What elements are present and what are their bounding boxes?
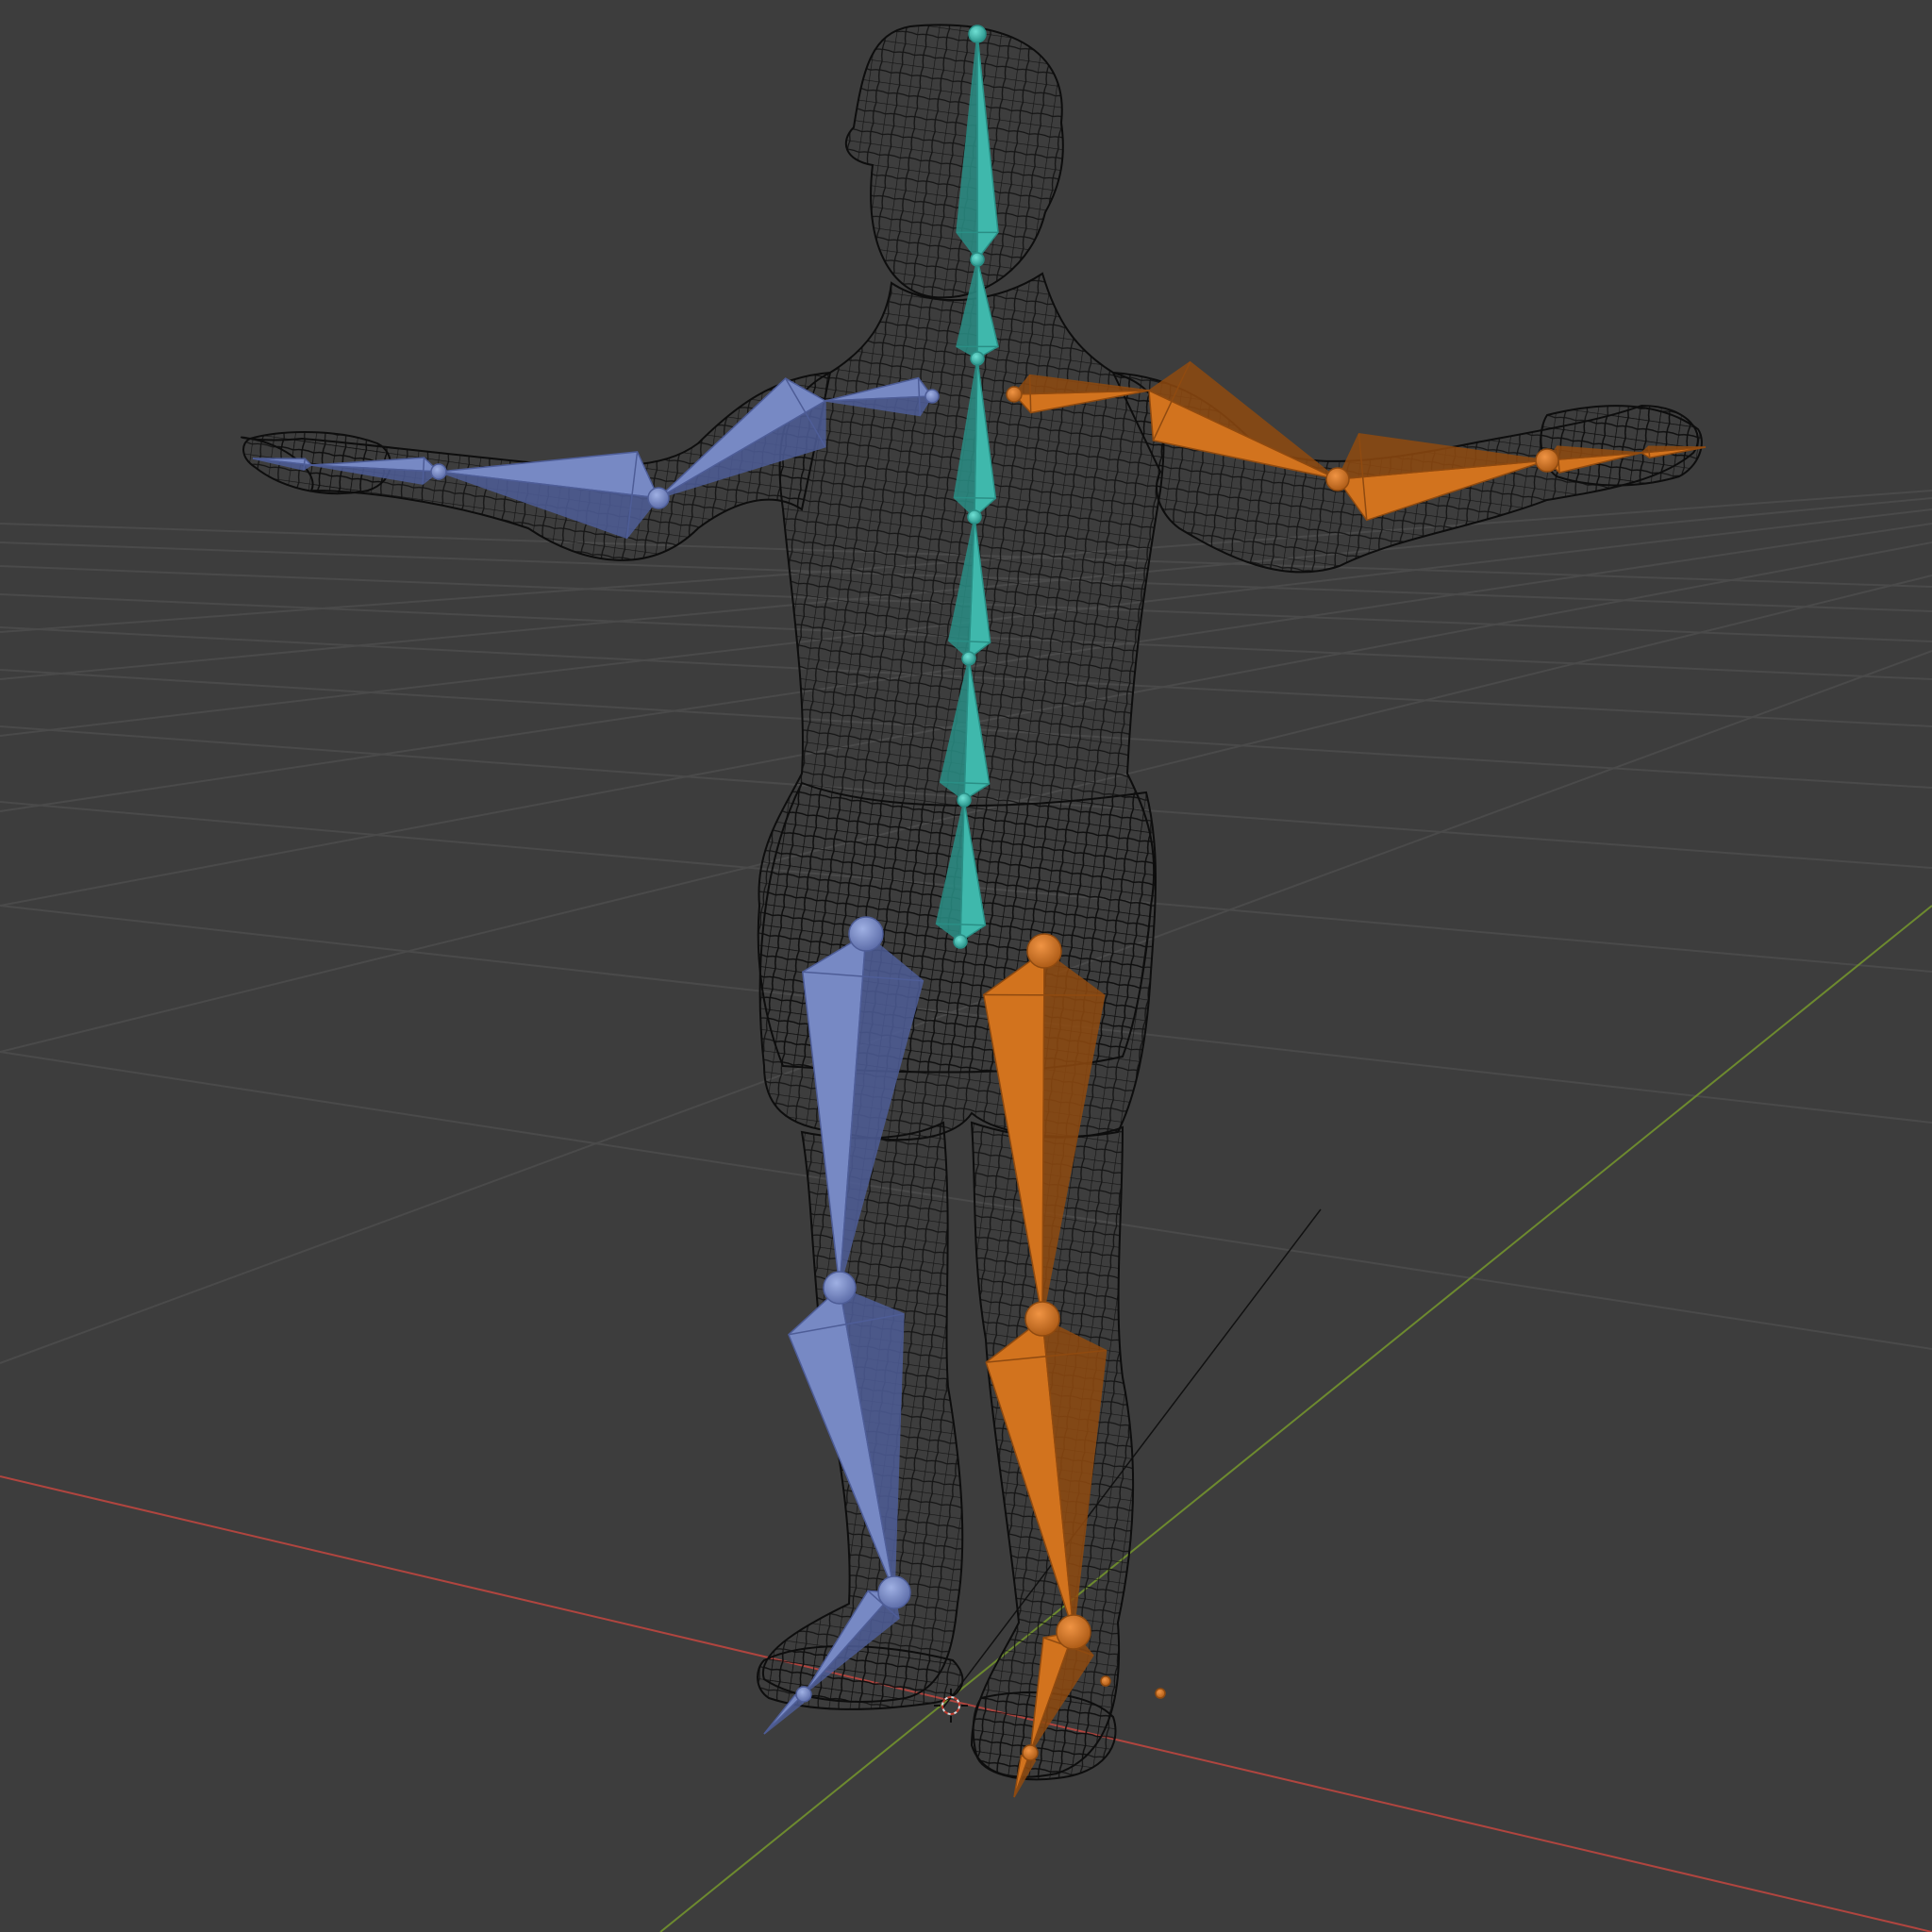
joint-hip-right[interactable]	[1026, 933, 1062, 969]
joint-heel-right-b[interactable]	[1155, 1688, 1166, 1699]
joint-ball-right[interactable]	[1022, 1744, 1039, 1761]
joint-wrist-right[interactable]	[1535, 448, 1559, 473]
joint-shoulder-right[interactable]	[1006, 386, 1023, 403]
mesh-hand-right	[1540, 405, 1703, 487]
viewport-canvas[interactable]	[0, 0, 1932, 1932]
joint-hip-left[interactable]	[848, 916, 884, 952]
mesh-foot-left	[757, 1645, 964, 1710]
joint-knee-right[interactable]	[1024, 1301, 1060, 1337]
bone-shin-left[interactable]	[788, 1286, 905, 1593]
joint-heel-right-a[interactable]	[1100, 1675, 1111, 1687]
joint-ankle-left[interactable]	[877, 1575, 911, 1609]
x-axis-line	[0, 1475, 1932, 1932]
joint-shoulder-left[interactable]	[924, 389, 940, 404]
joint-wrist-left[interactable]	[430, 463, 447, 480]
joint-spine-5[interactable]	[970, 252, 985, 267]
joint-elbow-right[interactable]	[1325, 467, 1350, 491]
joint-knee-left[interactable]	[823, 1271, 857, 1305]
mesh-head	[844, 24, 1064, 299]
joint-ball-left[interactable]	[795, 1686, 812, 1703]
joint-head-tip[interactable]	[968, 25, 987, 43]
armature[interactable]	[252, 25, 1707, 1798]
joint-spine-0[interactable]	[953, 934, 968, 949]
joint-ankle-right[interactable]	[1056, 1614, 1091, 1650]
joint-elbow-left[interactable]	[647, 487, 670, 509]
joint-spine-2[interactable]	[961, 651, 976, 666]
joint-spine-3[interactable]	[967, 509, 982, 525]
3d-viewport[interactable]	[0, 0, 1932, 1932]
joint-spine-1[interactable]	[957, 792, 972, 808]
joint-spine-4[interactable]	[970, 351, 985, 366]
